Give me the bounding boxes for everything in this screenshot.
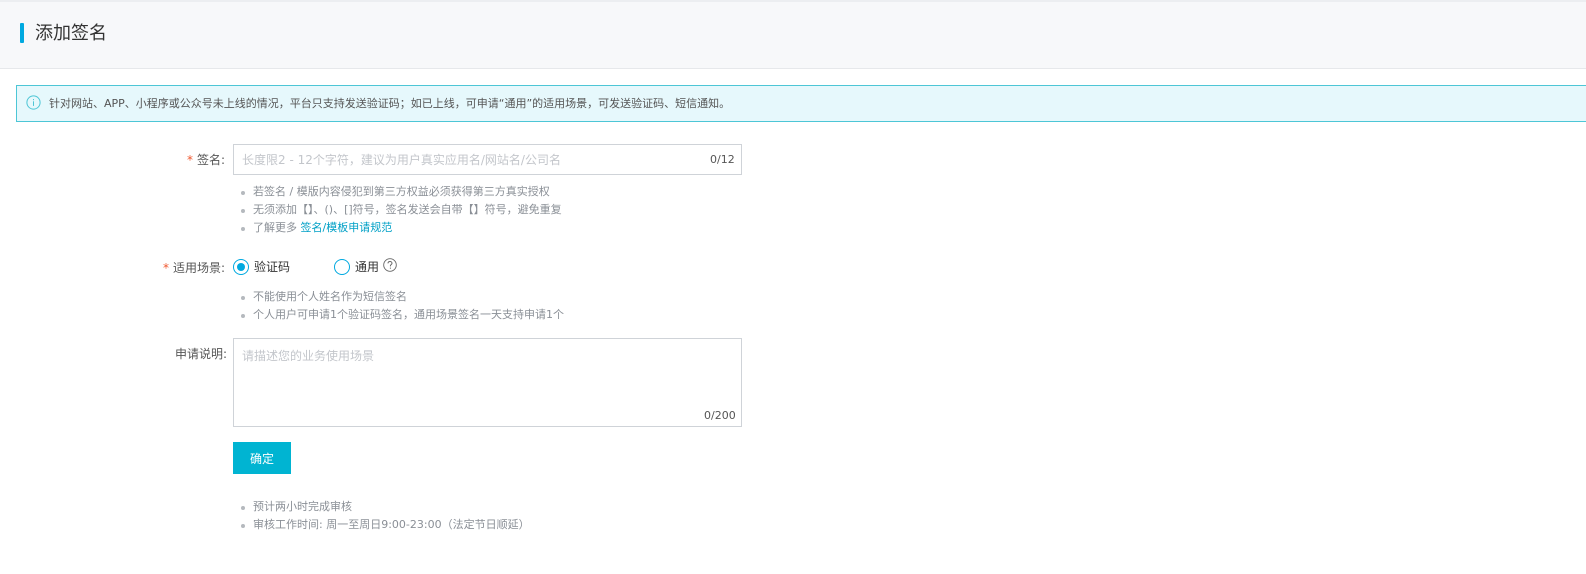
description-label: 申请说明: bbox=[175, 347, 228, 361]
list-item: 了解更多 签名/模板申请规范 bbox=[240, 219, 562, 237]
review-tips: 预计两小时完成审核 审核工作时间: 周一至周日9:00-23:00（法定节日顺延… bbox=[240, 498, 530, 534]
scenario-label: 适用场景: bbox=[173, 261, 226, 275]
info-icon bbox=[26, 95, 41, 110]
list-item: 审核工作时间: 周一至周日9:00-23:00（法定节日顺延） bbox=[240, 516, 530, 534]
description-textarea-box bbox=[233, 338, 742, 427]
list-item: 不能使用个人姓名作为短信签名 bbox=[240, 288, 564, 306]
scenario-tips: 不能使用个人姓名作为短信签名 个人用户可申请1个验证码签名，通用场景签名一天支持… bbox=[240, 288, 564, 324]
page-title: 添加签名 bbox=[35, 23, 107, 44]
notice-text: 针对网站、APP、小程序或公众号未上线的情况，平台只支持发送验证码；如已上线，可… bbox=[49, 97, 731, 110]
scenario-label-wrap: * 适用场景: bbox=[163, 260, 225, 276]
confirm-button[interactable]: 确定 bbox=[233, 442, 291, 474]
signature-counter: 0/12 bbox=[710, 153, 735, 166]
spec-link[interactable]: 签名/模板申请规范 bbox=[301, 221, 393, 234]
signature-label-wrap: * 签名: bbox=[187, 152, 225, 168]
list-item: 若签名 / 模版内容侵犯到第三方权益必须获得第三方真实授权 bbox=[240, 183, 562, 201]
list-item: 无须添加【】、()、[]符号，签名发送会自带【】符号，避免重复 bbox=[240, 201, 562, 219]
signature-input[interactable] bbox=[234, 145, 694, 174]
description-textarea[interactable] bbox=[234, 339, 741, 409]
signature-tips: 若签名 / 模版内容侵犯到第三方权益必须获得第三方真实授权 无须添加【】、()、… bbox=[240, 183, 562, 237]
radio-verification-code[interactable] bbox=[233, 259, 249, 275]
required-mark: * bbox=[187, 153, 193, 167]
notice-banner: 针对网站、APP、小程序或公众号未上线的情况，平台只支持发送验证码；如已上线，可… bbox=[16, 85, 1586, 122]
radio-general-label[interactable]: 通用 bbox=[355, 259, 379, 275]
title-accent-bar bbox=[20, 23, 24, 43]
page-header: 添加签名 bbox=[0, 0, 1586, 69]
signature-input-box bbox=[233, 144, 742, 175]
radio-general[interactable] bbox=[334, 259, 350, 275]
question-circle-icon[interactable] bbox=[383, 258, 397, 272]
required-mark: * bbox=[163, 261, 169, 275]
list-item: 预计两小时完成审核 bbox=[240, 498, 530, 516]
signature-label: 签名: bbox=[197, 153, 226, 167]
learn-more-prefix: 了解更多 bbox=[253, 221, 301, 234]
description-counter: 0/200 bbox=[704, 409, 736, 422]
radio-verification-code-label[interactable]: 验证码 bbox=[254, 259, 290, 275]
list-item: 个人用户可申请1个验证码签名，通用场景签名一天支持申请1个 bbox=[240, 306, 564, 324]
